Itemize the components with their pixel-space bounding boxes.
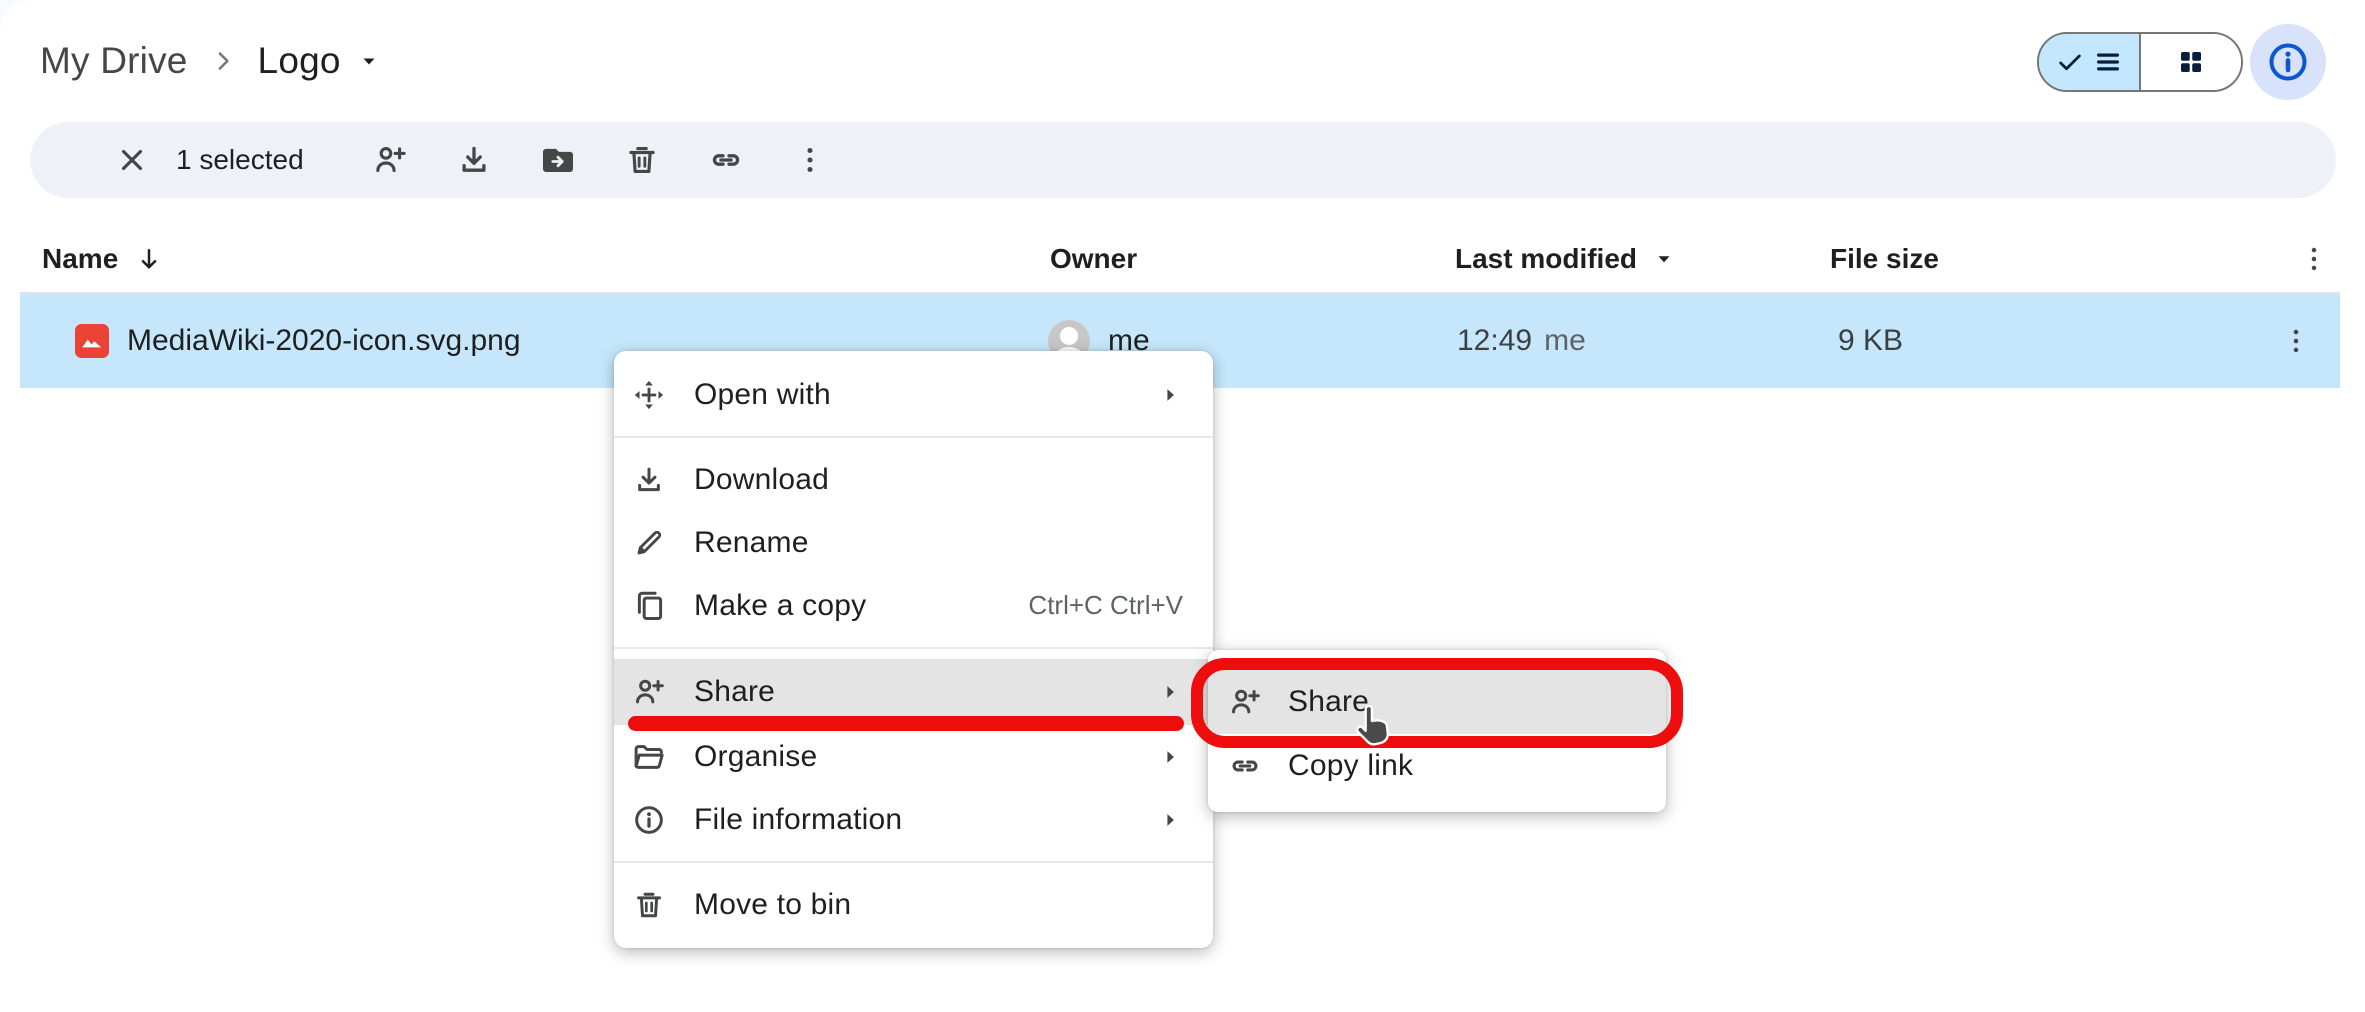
trash-icon — [632, 888, 666, 922]
menu-item-label: File information — [694, 803, 1157, 837]
person-add-icon — [372, 142, 408, 178]
clear-selection-button[interactable] — [110, 138, 154, 182]
modified-time: 12:49 — [1457, 324, 1532, 358]
image-file-icon — [75, 324, 109, 358]
menu-item-label: Rename — [694, 526, 1183, 560]
download-toolbar-button[interactable] — [452, 138, 496, 182]
breadcrumb: My Drive Logo — [40, 26, 381, 96]
submenu-chevron-icon — [1157, 744, 1183, 770]
list-view-icon — [2093, 47, 2123, 77]
column-label-name: Name — [42, 243, 118, 275]
submenu-chevron-icon — [1157, 679, 1183, 705]
info-icon — [2265, 39, 2311, 85]
hand-pointer-cursor — [1352, 702, 1394, 750]
copy-link-toolbar-button[interactable] — [704, 138, 748, 182]
menu-divider — [614, 647, 1213, 649]
grid-view-button[interactable] — [2141, 34, 2241, 90]
more-vert-icon — [2298, 243, 2330, 275]
move-toolbar-button[interactable] — [536, 138, 580, 182]
file-list-header: Name Owner Last modified File size — [20, 225, 2345, 293]
content-corner-decoration — [0, 0, 26, 26]
more-vert-icon — [2280, 325, 2312, 357]
menu-item-make-a-copy[interactable]: Make a copy Ctrl+C Ctrl+V — [614, 574, 1213, 637]
toolbar-actions — [368, 138, 832, 182]
menu-item-move-to-bin[interactable]: Move to bin — [614, 873, 1213, 936]
link-icon — [708, 142, 744, 178]
file-size-cell: 9 KB — [1838, 294, 1903, 388]
person-add-icon — [632, 675, 666, 709]
download-icon — [632, 463, 666, 497]
link-icon — [1228, 749, 1262, 783]
column-header-last-modified[interactable]: Last modified — [1455, 225, 1675, 293]
list-view-button[interactable] — [2039, 34, 2141, 90]
layout-toggle — [2037, 32, 2243, 92]
more-vert-icon — [793, 143, 827, 177]
annotation-highlight-box — [1191, 658, 1683, 748]
file-size-value: 9 KB — [1838, 324, 1903, 358]
row-more-button[interactable] — [2280, 294, 2312, 388]
selected-count-label: 1 selected — [176, 144, 304, 176]
folder-open-icon — [632, 740, 666, 774]
menu-item-label: Organise — [694, 740, 1157, 774]
caret-down-icon — [357, 49, 381, 73]
modified-by: me — [1544, 324, 1586, 358]
caret-down-icon — [1653, 248, 1675, 270]
submenu-item-label: Copy link — [1288, 749, 1642, 783]
menu-item-download[interactable]: Download — [614, 448, 1213, 511]
move-to-folder-icon — [540, 142, 576, 178]
menu-divider — [614, 861, 1213, 863]
selection-toolbar: 1 selected — [30, 122, 2336, 198]
close-icon — [115, 143, 149, 177]
column-header-owner[interactable]: Owner — [1050, 225, 1137, 293]
trash-toolbar-button[interactable] — [620, 138, 664, 182]
submenu-chevron-icon — [1157, 807, 1183, 833]
context-menu: Open with Download Rename Make a copy Ct… — [614, 351, 1213, 948]
shortcut-label: Ctrl+C Ctrl+V — [1028, 590, 1183, 621]
menu-item-label: Download — [694, 463, 1183, 497]
grid-view-icon — [2176, 47, 2206, 77]
annotation-underline — [628, 716, 1184, 731]
menu-item-label: Share — [694, 675, 1157, 709]
menu-item-organise[interactable]: Organise — [614, 725, 1213, 788]
menu-divider — [614, 436, 1213, 438]
check-icon — [2056, 48, 2084, 76]
details-button[interactable] — [2250, 24, 2326, 100]
copy-icon — [632, 589, 666, 623]
menu-item-rename[interactable]: Rename — [614, 511, 1213, 574]
chevron-right-icon — [208, 46, 238, 76]
submenu-chevron-icon — [1157, 382, 1183, 408]
breadcrumb-my-drive[interactable]: My Drive — [40, 40, 188, 82]
file-name-cell: MediaWiki-2020-icon.svg.png — [75, 294, 521, 388]
column-header-name[interactable]: Name — [42, 225, 164, 293]
menu-item-file-information[interactable]: File information — [614, 788, 1213, 851]
menu-item-label: Open with — [694, 378, 1157, 412]
rename-icon — [632, 526, 666, 560]
column-label-last-modified: Last modified — [1455, 243, 1637, 275]
more-actions-toolbar-button[interactable] — [788, 138, 832, 182]
download-icon — [456, 142, 492, 178]
file-name: MediaWiki-2020-icon.svg.png — [127, 324, 521, 358]
sort-descending-icon — [134, 244, 164, 274]
menu-item-label: Make a copy — [694, 589, 1028, 623]
share-toolbar-button[interactable] — [368, 138, 412, 182]
open-with-icon — [632, 378, 666, 412]
column-label-file-size: File size — [1830, 243, 1939, 275]
header-more-button[interactable] — [2298, 225, 2330, 293]
breadcrumb-current-folder[interactable]: Logo — [258, 40, 381, 82]
last-modified-cell: 12:49 me — [1457, 294, 1586, 388]
breadcrumb-current-label: Logo — [258, 40, 341, 82]
menu-item-open-with[interactable]: Open with — [614, 363, 1213, 426]
menu-item-label: Move to bin — [694, 888, 1183, 922]
info-icon — [632, 803, 666, 837]
column-label-owner: Owner — [1050, 243, 1137, 275]
column-header-file-size[interactable]: File size — [1830, 225, 1939, 293]
trash-icon — [624, 142, 660, 178]
